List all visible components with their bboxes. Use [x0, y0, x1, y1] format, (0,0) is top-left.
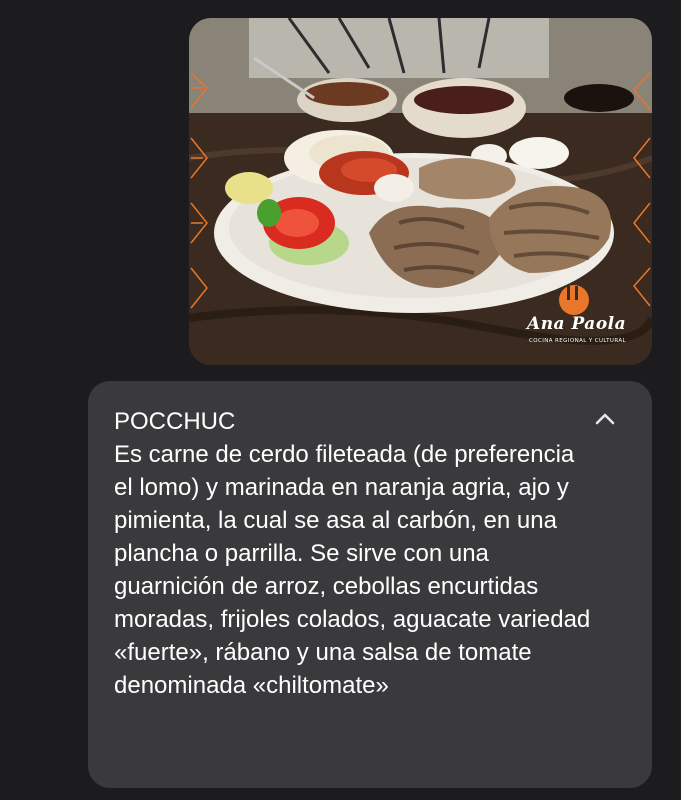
chevron-up-icon[interactable]	[594, 411, 616, 427]
logo-subtitle: COCINA REGIONAL Y CULTURAL	[529, 338, 626, 344]
logo-name: Ana Paola	[527, 314, 627, 334]
message-title: POCCHUC	[114, 408, 236, 435]
pocchuc-dish-image	[189, 18, 652, 365]
food-photo[interactable]: Ana Paola COCINA REGIONAL Y CULTURAL	[189, 18, 652, 365]
message-bubble[interactable]: POCCHUC Es carne de cerdo fileteada (de …	[88, 381, 652, 788]
message-body: Es carne de cerdo fileteada (de preferen…	[114, 441, 591, 699]
